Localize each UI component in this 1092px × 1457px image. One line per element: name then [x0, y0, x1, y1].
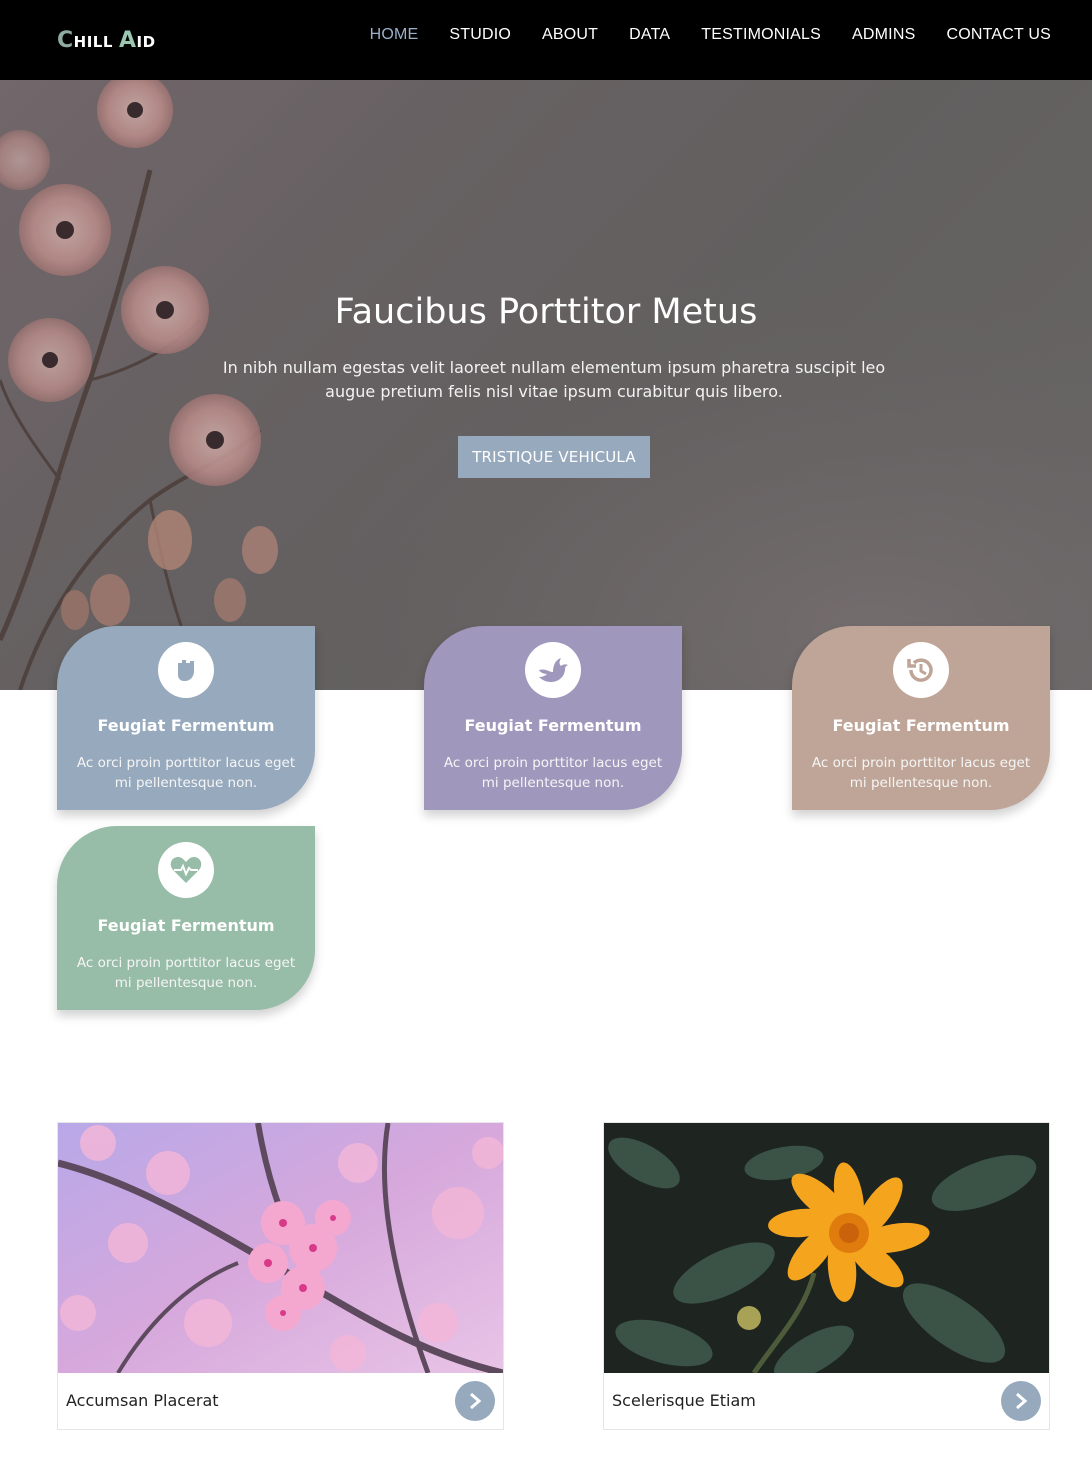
feature-text: Ac orci proin porttitor lacus eget mi pe…	[443, 755, 663, 791]
nav-admins[interactable]: ADMINS	[852, 26, 915, 44]
nav-testimonials[interactable]: TESTIMONIALS	[701, 26, 821, 44]
feature-title: Feugiat Fermentum	[464, 716, 642, 735]
dove-icon	[525, 642, 581, 698]
feature-title: Feugiat Fermentum	[97, 716, 275, 735]
hero-description: In nibh nullam egestas velit laoreet nul…	[222, 358, 886, 401]
nav-data[interactable]: DATA	[629, 26, 670, 44]
logo-word-hill: HILL	[73, 33, 113, 51]
hand-fist-icon	[158, 642, 214, 698]
feature-card: Feugiat Fermentum Ac orci proin porttito…	[792, 626, 1050, 810]
history-icon	[893, 642, 949, 698]
cherry-blossom-image	[58, 1123, 503, 1373]
nav-contact-us[interactable]: CONTACT US	[946, 26, 1051, 44]
hero-section: Faucibus Porttitor Metus In nibh nullam …	[0, 80, 1092, 690]
gallery-card[interactable]: Scelerisque Etiam	[603, 1122, 1050, 1430]
heart-pulse-icon	[158, 842, 214, 898]
chevron-right-icon[interactable]	[455, 1381, 495, 1421]
main-menu: HOME STUDIO ABOUT DATA TESTIMONIALS ADMI…	[370, 26, 1051, 44]
feature-card: Feugiat Fermentum Ac orci proin porttito…	[57, 626, 315, 810]
chevron-right-icon[interactable]	[1001, 1381, 1041, 1421]
hero-title: Faucibus Porttitor Metus	[334, 292, 758, 332]
feature-card: Feugiat Fermentum Ac orci proin porttito…	[57, 826, 315, 1010]
nav-studio[interactable]: STUDIO	[449, 26, 511, 44]
logo-letter-c: C	[57, 28, 74, 53]
nav-about[interactable]: ABOUT	[542, 26, 598, 44]
feature-card: Feugiat Fermentum Ac orci proin porttito…	[424, 626, 682, 810]
logo-word-id: ID	[136, 33, 156, 51]
gallery-card[interactable]: Accumsan Placerat	[57, 1122, 504, 1430]
yellow-flower-image	[604, 1123, 1049, 1373]
feature-title: Feugiat Fermentum	[97, 916, 275, 935]
feature-text: Ac orci proin porttitor lacus eget mi pe…	[76, 755, 296, 791]
nav-home[interactable]: HOME	[370, 26, 419, 44]
feature-title: Feugiat Fermentum	[832, 716, 1010, 735]
hero-cta-button[interactable]: TRISTIQUE VEHICULA	[458, 436, 650, 478]
gallery-caption: Accumsan Placerat	[66, 1391, 219, 1410]
logo-letter-a: A	[119, 28, 137, 53]
feature-text: Ac orci proin porttitor lacus eget mi pe…	[76, 955, 296, 991]
gallery-caption: Scelerisque Etiam	[612, 1391, 756, 1410]
navbar: CHILL AID HOME STUDIO ABOUT DATA TESTIMO…	[0, 0, 1092, 80]
feature-text: Ac orci proin porttitor lacus eget mi pe…	[811, 755, 1031, 791]
logo[interactable]: CHILL AID	[57, 28, 156, 53]
